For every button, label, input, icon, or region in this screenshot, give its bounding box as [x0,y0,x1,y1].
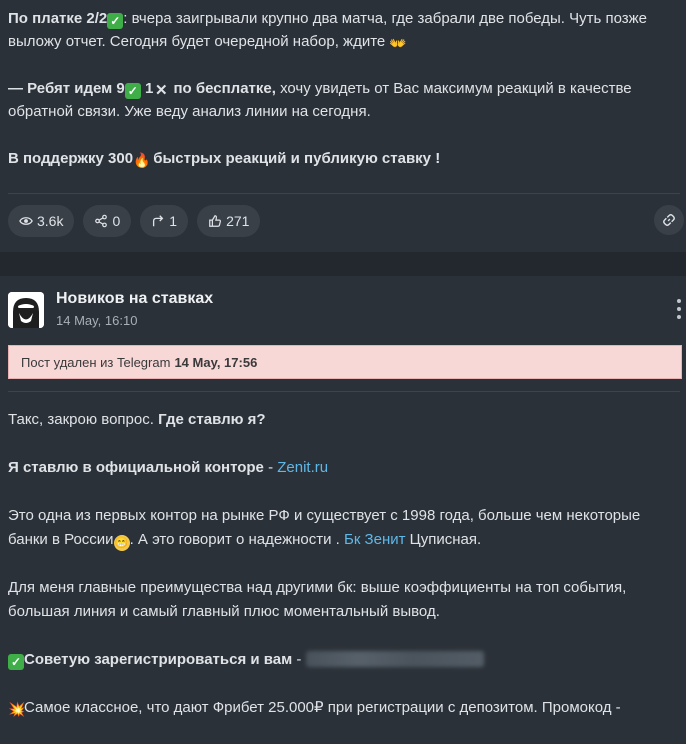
likes-count: 271 [226,213,250,229]
views-count: 3.6k [37,213,64,229]
check-mark-icon: ✓ [124,83,141,99]
bearded-man-icon [8,292,44,328]
check-mark-icon: ✓ [107,13,124,29]
cross-mark-icon: ✕ [155,82,168,99]
post-date: 14 May, 16:10 [56,313,138,328]
views-pill[interactable]: 3.6k [8,205,75,237]
collision-icon: 💥 [8,701,26,717]
forwards-pill[interactable]: 1 [140,205,189,237]
post-1-line1-bold: По платке 2/2 [8,10,108,27]
grinning-face-icon: 😁 [113,535,130,551]
thumbs-up-icon [209,215,222,227]
post-1-line3-bold-b: быстрых реакций и публикую ставку ! [149,150,441,167]
para5-bold: Советую зарегистрироваться и вам [24,651,293,668]
eye-icon [19,217,33,225]
para1-bold: Где ставлю я? [158,411,266,428]
deleted-notice-text: Пост удален из Telegram [21,354,171,370]
para2-dash: - [263,459,278,476]
copy-link-button[interactable] [654,205,684,235]
more-options-icon[interactable] [676,299,682,319]
open-hands-icon: 👐 [389,35,407,51]
post-card-1: По платке 2/2 ✓: вчера заигрывали крупно … [0,0,686,252]
post-1-line2-bold-a: — Ребят идем 9 [8,80,125,97]
para6: Самое классное, что дают Фрибет 25.000₽ … [24,699,621,716]
forward-arrow-icon [153,215,164,227]
para2-bold: Я ставлю в официальной конторе [8,459,264,476]
post-1-text: По платке 2/2 ✓: вчера заигрывали крупно … [8,7,678,194]
share-icon [95,214,108,228]
para5-dash: - [292,651,306,668]
deleted-notice-date: 14 May, 17:56 [174,354,258,370]
shares-pill[interactable]: 0 [83,205,132,237]
para4: Для меня главные преимущества над другим… [8,579,627,620]
para1-plain: Такс, закрою вопрос. [8,411,159,428]
post-1-line2-bold-b: 1 [144,80,154,97]
divider [8,391,680,392]
blurred-link[interactable] [305,651,484,667]
post-2-text: Такс, закрою вопрос. Где ставлю я? Я ста… [8,408,678,744]
zenit-link[interactable]: Zenit.ru [277,459,328,476]
check-mark-icon: ✓ [8,654,24,670]
forwards-count: 1 [169,213,178,229]
para3-c: Цуписная. [405,531,482,548]
post-1-line2-bold-c: по бесплатке, [173,80,276,97]
bk-zenit-link[interactable]: Бк Зенит [344,531,406,548]
post-separator [0,252,686,276]
likes-pill[interactable]: 271 [197,205,261,237]
para3-b: . А это говорит о надежности . [129,531,344,548]
deleted-notice: Пост удален из Telegram 14 May, 17:56 [8,345,682,379]
post-1-line3-bold-a: В поддержку 300 [8,150,134,167]
channel-avatar[interactable] [8,292,44,328]
divider [8,193,680,194]
post-1-stats: 3.6k 0 1 271 [8,205,261,237]
fire-icon: 🔥 [133,152,151,168]
shares-count: 0 [112,213,121,229]
channel-name[interactable]: Новиков на ставках [56,290,213,308]
link-icon [663,214,675,226]
